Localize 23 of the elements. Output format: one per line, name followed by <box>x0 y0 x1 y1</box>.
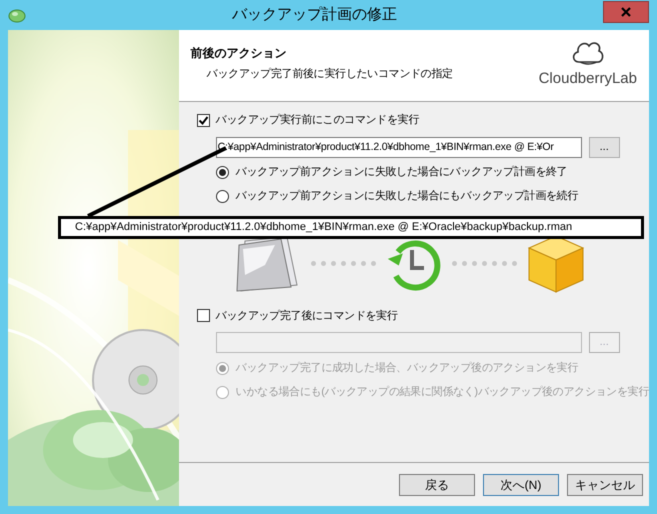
close-button[interactable] <box>603 1 649 23</box>
radio-label: バックアップ前アクションに失敗した場合にバックアップ計画を終了 <box>236 164 568 180</box>
page-subtitle: バックアップ完了前後に実行したいコマンドの指定 <box>206 66 453 82</box>
dotted-connector <box>452 261 517 266</box>
radio-label: バックアップ前アクションに失敗した場合にもバックアップ計画を続行 <box>236 188 578 204</box>
app-icon <box>8 7 26 23</box>
radio-button[interactable] <box>216 190 229 203</box>
checkbox-label: バックアップ実行前にこのコマンドを実行 <box>216 112 419 128</box>
radio-label: いかなる場合にも(バックアップの結果に関係なく)バックアップ後のアクションを実行 <box>236 384 649 400</box>
dialog-button[interactable]: 次へ(N) <box>483 474 559 496</box>
dialog-button[interactable]: 戻る <box>399 474 475 496</box>
dotted-connector <box>310 261 376 266</box>
path-callout: C:¥app¥Administrator¥product¥11.2.0¥dbhome_1¥BIN¥rman.exe @ E:¥Oracle¥backup¥backup.rman <box>58 216 644 239</box>
radio-label: バックアップ完了に成功した場合、バックアップ後のアクションを実行 <box>236 360 578 376</box>
radio-button[interactable] <box>216 166 229 179</box>
checkbox[interactable] <box>196 114 210 127</box>
dialog-button[interactable]: キャンセル <box>567 474 643 496</box>
window-title: バックアップ計画の修正 <box>231 4 398 25</box>
logo-text: CloudberryLab <box>538 69 637 89</box>
checkbox-label: バックアップ完了後にコマンドを実行 <box>216 308 398 324</box>
close-icon <box>621 7 631 17</box>
browse-button[interactable]: ... <box>588 136 620 158</box>
page-title: 前後のアクション <box>190 45 288 62</box>
